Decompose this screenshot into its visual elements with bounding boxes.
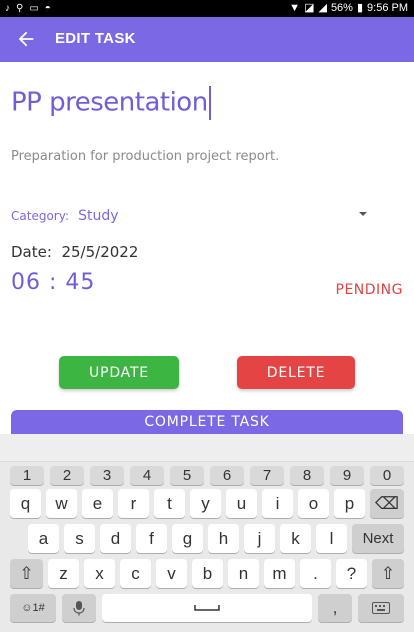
key-r[interactable]: r [118,489,149,518]
page-title: EDIT TASK [55,30,136,47]
space-key[interactable] [102,594,312,622]
battery-percent: 56% [330,1,353,14]
key-9[interactable]: 9 [330,466,364,485]
key-3[interactable]: 3 [90,466,124,485]
key-e[interactable]: e [82,489,113,518]
key-1[interactable]: 1 [10,466,44,485]
key-q[interactable]: q [10,489,41,518]
key-0[interactable]: 0 [370,466,404,485]
on-screen-keyboard: 1 2 3 4 5 6 7 8 9 0 q w e r t y u i o p … [0,434,414,632]
next-key[interactable]: Next [352,524,404,553]
delete-button[interactable]: DELETE [237,356,355,389]
key-period[interactable]: . [300,559,331,588]
key-i[interactable]: i [262,489,293,518]
shift-right-key[interactable]: ⇧ [372,559,404,588]
category-label: Category: [11,209,69,223]
key-4[interactable]: 4 [130,466,164,485]
key-f[interactable]: f [136,524,167,553]
key-k[interactable]: k [280,524,311,553]
time-field[interactable]: 06 : 45 [11,270,95,295]
key-6[interactable]: 6 [210,466,244,485]
wifi-icon: ▼ [289,1,301,14]
key-g[interactable]: g [172,524,203,553]
key-question[interactable]: ? [336,559,367,588]
signal-icon: ◢ [318,2,327,14]
battery-saver-icon: ◪ [304,2,315,14]
shift-left-key[interactable]: ⇧ [10,559,43,588]
key-z[interactable]: z [48,559,79,588]
dropdown-arrow-icon [359,212,367,216]
update-button[interactable]: UPDATE [59,356,179,389]
microphone-icon [73,601,85,616]
backspace-key[interactable]: ⌫ [370,489,404,518]
task-title-text: PP presentation [11,87,208,118]
task-title-input[interactable]: PP presentation [11,86,211,120]
key-t[interactable]: t [154,489,185,518]
key-v[interactable]: v [156,559,187,588]
text-cursor [208,86,211,120]
battery-icon: ▮ [356,2,364,14]
key-b[interactable]: b [192,559,223,588]
keyboard-notification-icon: ▭ [29,3,39,14]
task-description-input[interactable]: Preparation for production project repor… [11,149,279,164]
key-h[interactable]: h [208,524,239,553]
key-5[interactable]: 5 [170,466,204,485]
mic-key[interactable] [62,594,96,622]
key-c[interactable]: c [120,559,151,588]
keyboard-icon [372,602,390,614]
key-x[interactable]: x [84,559,115,588]
key-m[interactable]: m [264,559,295,588]
key-2[interactable]: 2 [50,466,84,485]
key-p[interactable]: p [334,489,365,518]
space-bar-icon [194,605,220,611]
key-o[interactable]: o [298,489,329,518]
key-w[interactable]: w [46,489,77,518]
key-d[interactable]: d [100,524,131,553]
key-comma[interactable]: , [318,594,352,622]
status-bar: ♪ ⚲ ▭ ◓ ▼ ◪ ◢ 56% ▮ 9:56 PM [0,0,414,17]
date-field[interactable]: Date: 25/5/2022 [11,243,138,261]
category-dropdown[interactable]: Category: Study [11,205,371,225]
key-8[interactable]: 8 [290,466,324,485]
tiktok-icon: ♪ [5,3,10,14]
key-n[interactable]: n [228,559,259,588]
app-bar: EDIT TASK [0,17,414,62]
back-arrow-icon[interactable] [15,28,37,50]
keyboard-suggestion-bar [0,434,414,462]
key-j[interactable]: j [244,524,275,553]
date-value: 25/5/2022 [61,243,139,261]
key-l[interactable]: l [316,524,347,553]
category-value: Study [78,208,119,224]
usb-icon: ⚲ [16,3,24,14]
date-label: Date: [11,243,52,261]
keyboard-settings-key[interactable] [358,594,404,622]
key-s[interactable]: s [64,524,95,553]
status-badge: PENDING [335,282,403,298]
clock: 9:56 PM [367,1,408,14]
symbols-key[interactable]: ☺1# [10,594,56,622]
android-icon: ◓ [44,3,51,14]
key-u[interactable]: u [226,489,257,518]
key-y[interactable]: y [190,489,221,518]
key-a[interactable]: a [28,524,59,553]
key-7[interactable]: 7 [250,466,284,485]
complete-task-button[interactable]: COMPLETE TASK [11,410,403,434]
